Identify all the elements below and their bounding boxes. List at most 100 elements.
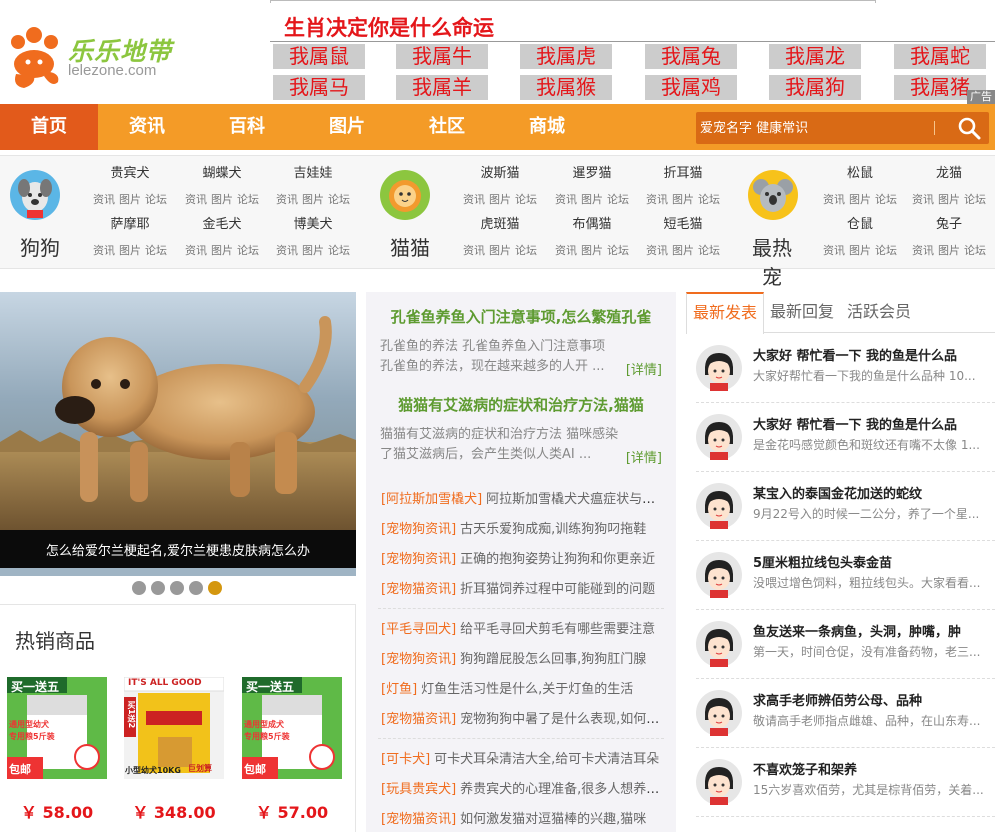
breed-link-1[interactable]: 资讯 [276, 244, 298, 257]
breed-link-2[interactable]: 图片 [672, 244, 694, 257]
breed-link-2[interactable]: 图片 [211, 244, 233, 257]
site-logo[interactable]: 乐乐地带 lelezone.com [6, 26, 176, 90]
breed-link-3[interactable]: 论坛 [328, 244, 350, 257]
breed-link-1[interactable]: 资讯 [646, 244, 668, 257]
breed-link-2[interactable]: 图片 [672, 193, 694, 206]
breed-link-1[interactable]: 资讯 [463, 244, 485, 257]
category-name[interactable]: 狗狗 [10, 232, 70, 261]
breed-link-2[interactable]: 图片 [302, 244, 324, 257]
post-title[interactable]: 鱼友送来一条病鱼，头洞，肿嘴，肿 [753, 621, 991, 640]
breed-link-3[interactable]: 论坛 [328, 193, 350, 206]
breed-link-2[interactable]: 图片 [938, 193, 960, 206]
forum-post[interactable]: 大家好 帮忙看一下 我的鱼是什么品 是金花吗感觉颜色和斑纹还有嘴不太像 1... [696, 404, 995, 472]
breed-link-2[interactable]: 图片 [849, 244, 871, 257]
user-avatar[interactable] [696, 345, 742, 391]
news-title[interactable]: 阿拉斯加雪橇犬犬瘟症状与治疗 [486, 492, 666, 507]
breed-link-1[interactable]: 资讯 [823, 244, 845, 257]
news-tag[interactable]: [宠物猫资讯] [381, 582, 456, 597]
product-thumbnail[interactable]: IT'S ALL GOOD 小型幼犬10KG 巨划算 买1送2 [124, 677, 224, 779]
breed-link-2[interactable]: 图片 [211, 193, 233, 206]
news-title[interactable]: 如何激发猫对逗猫棒的兴趣,猫咪 [460, 812, 646, 827]
slider-caption[interactable]: 怎么给爱尔兰梗起名,爱尔兰梗患皮肤病怎么办 [0, 540, 356, 559]
news-item[interactable]: [宠物猫资讯] 宠物狗狗中暑了是什么表现,如何处理 [381, 708, 666, 727]
breed-link-1[interactable]: 资讯 [93, 244, 115, 257]
slider-dot[interactable] [151, 581, 165, 595]
news-item[interactable]: [玩具贵宾犬] 养贵宾犬的心理准备,很多人想养贵宾 [381, 778, 666, 797]
post-title[interactable]: 某宝入的泰国金花加送的蛇纹 [753, 483, 991, 502]
breed-name[interactable]: 金毛犬 [176, 217, 268, 233]
breed-name[interactable]: 蝴蝶犬 [176, 166, 268, 182]
news-title[interactable]: 折耳猫饲养过程中可能碰到的问题 [460, 582, 655, 597]
tab-1[interactable]: 最新发表 [686, 292, 765, 334]
news-item[interactable]: [阿拉斯加雪橇犬] 阿拉斯加雪橇犬犬瘟症状与治疗 [381, 488, 666, 507]
breed-link-2[interactable]: 图片 [938, 244, 960, 257]
featured-article-title[interactable]: 孔雀鱼养鱼入门注意事项,怎么繁殖孔雀 [380, 306, 662, 327]
zodiac-link[interactable]: 我属虎 [520, 44, 612, 69]
user-avatar[interactable] [696, 690, 742, 736]
zodiac-link[interactable]: 我属龙 [769, 44, 861, 69]
news-tag[interactable]: [平毛寻回犬] [381, 622, 456, 637]
news-tag[interactable]: [宠物猫资讯] [381, 812, 456, 827]
user-avatar[interactable] [696, 759, 742, 805]
breed-link-1[interactable]: 资讯 [912, 193, 934, 206]
breed-link-3[interactable]: 论坛 [237, 244, 259, 257]
breed-name[interactable]: 博美犬 [267, 217, 359, 233]
news-title[interactable]: 灯鱼生活习性是什么,关于灯鱼的生活 [421, 682, 633, 697]
zodiac-link[interactable]: 我属狗 [769, 75, 861, 100]
news-item[interactable]: [宠物狗资讯] 古天乐爱狗成痴,训练狗狗叼拖鞋 [381, 518, 666, 537]
news-item[interactable]: [可卡犬] 可卡犬耳朵清洁大全,给可卡犬清洁耳朵 [381, 748, 666, 767]
forum-post[interactable]: 5厘米粗拉线包头泰金苗 没喂过增色饲料，粗拉线包头。大家看看... [696, 542, 995, 610]
zodiac-link[interactable]: 我属羊 [396, 75, 488, 100]
breed-name[interactable]: 兔子 [903, 217, 995, 233]
zodiac-link[interactable]: 我属兔 [645, 44, 737, 69]
breed-link-1[interactable]: 资讯 [823, 193, 845, 206]
breed-name[interactable]: 吉娃娃 [267, 166, 359, 182]
news-item[interactable]: [宠物狗资讯] 正确的抱狗姿势让狗狗和你更亲近 [381, 548, 666, 567]
news-item[interactable]: [宠物猫资讯] 折耳猫饲养过程中可能碰到的问题 [381, 578, 666, 597]
breed-link-3[interactable]: 论坛 [145, 244, 167, 257]
news-title[interactable]: 正确的抱狗姿势让狗狗和你更亲近 [460, 552, 655, 567]
post-title[interactable]: 求高手老师辨佰劳公母、品种 [753, 690, 991, 709]
forum-post[interactable]: 不喜欢笼子和架养 15六岁喜欢佰劳，尤其是棕背佰劳，关着... [696, 749, 995, 817]
user-avatar[interactable] [696, 552, 742, 598]
breed-link-2[interactable]: 图片 [302, 193, 324, 206]
product-card[interactable]: 买一送五 通用型成犬 专用粮5斤装 包邮 ￥ 57.00 [242, 677, 342, 823]
news-title[interactable]: 宠物狗狗中暑了是什么表现,如何处理 [460, 712, 666, 727]
read-more-link[interactable]: [详情] [621, 361, 662, 377]
tab-2[interactable]: 最新回复 [770, 292, 834, 333]
news-tag[interactable]: [灯鱼] [381, 682, 417, 697]
breed-link-3[interactable]: 论坛 [875, 244, 897, 257]
news-tag[interactable]: [宠物狗资讯] [381, 652, 456, 667]
breed-name[interactable]: 仓鼠 [814, 217, 906, 233]
breed-link-1[interactable]: 资讯 [185, 244, 207, 257]
breed-link-1[interactable]: 资讯 [912, 244, 934, 257]
news-item[interactable]: [平毛寻回犬] 给平毛寻回犬剪毛有哪些需要注意 [381, 618, 666, 637]
slider-dot[interactable] [189, 581, 203, 595]
forum-post[interactable]: 大家好 帮忙看一下 我的鱼是什么品 大家好帮忙看一下我的鱼是什么品种 10... [696, 335, 995, 403]
breed-link-3[interactable]: 论坛 [145, 193, 167, 206]
news-item[interactable]: [宠物猫资讯] 如何激发猫对逗猫棒的兴趣,猫咪 [381, 808, 666, 827]
nav-item-2[interactable]: 资讯 [98, 104, 196, 150]
product-thumbnail[interactable]: 买一送五 通用型幼犬 专用粮5斤装 包邮 [7, 677, 107, 779]
zodiac-link[interactable]: 我属鸡 [645, 75, 737, 100]
zodiac-link[interactable]: 我属鼠 [273, 44, 365, 69]
breed-link-1[interactable]: 资讯 [555, 193, 577, 206]
nav-item-1[interactable]: 首页 [0, 104, 98, 150]
news-title[interactable]: 可卡犬耳朵清洁大全,给可卡犬清洁耳朵 [434, 752, 659, 767]
post-title[interactable]: 大家好 帮忙看一下 我的鱼是什么品 [753, 345, 991, 364]
nav-item-5[interactable]: 社区 [398, 104, 496, 150]
breed-name[interactable]: 萨摩耶 [84, 217, 176, 233]
news-title[interactable]: 给平毛寻回犬剪毛有哪些需要注意 [460, 622, 655, 637]
dog-icon[interactable] [10, 170, 60, 220]
breed-link-2[interactable]: 图片 [489, 193, 511, 206]
breed-link-3[interactable]: 论坛 [698, 244, 720, 257]
breed-link-1[interactable]: 资讯 [463, 193, 485, 206]
nav-item-6[interactable]: 商城 [498, 104, 596, 150]
forum-post[interactable]: 鱼友送来一条病鱼，头洞，肿嘴，肿 第一天，时间仓促，没有准备药物，老三... [696, 611, 995, 679]
product-card[interactable]: IT'S ALL GOOD 小型幼犬10KG 巨划算 买1送2 ￥ 348.00 [124, 677, 224, 823]
category-name[interactable]: 猫猫 [380, 232, 440, 261]
nav-item-3[interactable]: 百科 [198, 104, 296, 150]
user-avatar[interactable] [696, 621, 742, 667]
post-title[interactable]: 5厘米粗拉线包头泰金苗 [753, 552, 991, 571]
post-title[interactable]: 不喜欢笼子和架养 [753, 759, 991, 778]
